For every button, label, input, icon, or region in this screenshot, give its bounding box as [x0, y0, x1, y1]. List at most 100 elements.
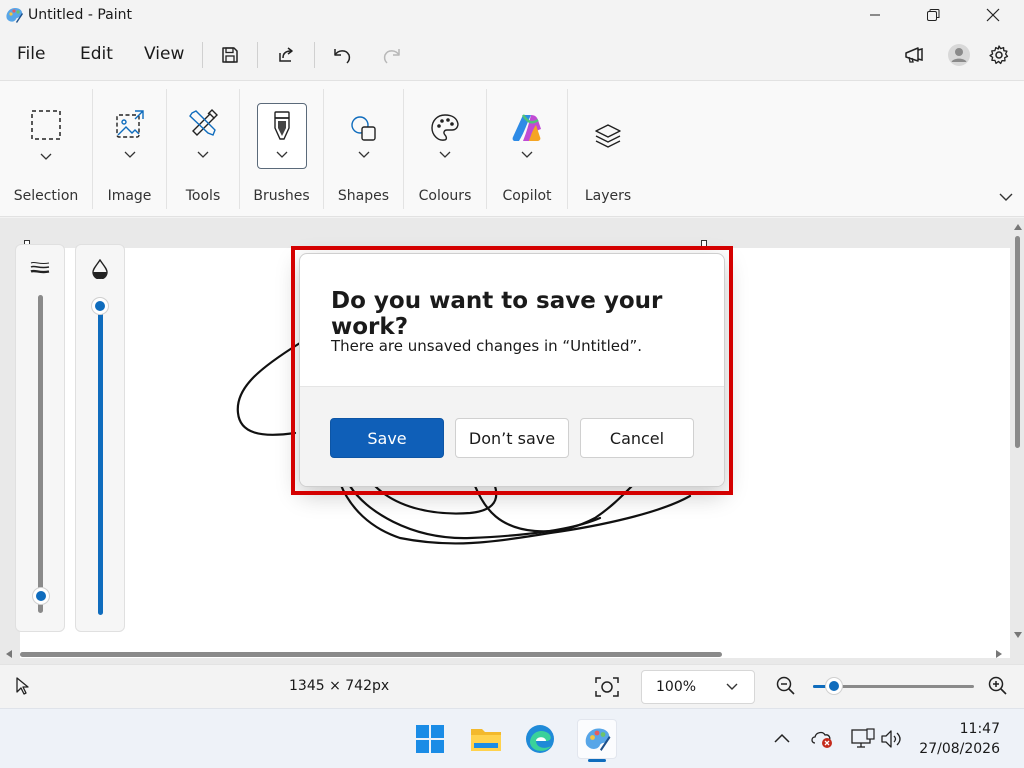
chevron-down-icon [40, 153, 52, 161]
volume-icon[interactable] [880, 728, 904, 750]
group-label: Colours [418, 188, 472, 204]
zoom-out-icon[interactable] [776, 676, 796, 696]
window-title: Untitled - Paint [28, 7, 132, 23]
opacity-thumb[interactable] [91, 297, 109, 315]
file-explorer-button[interactable] [466, 719, 506, 759]
title-bar: Untitled - Paint [0, 0, 1024, 30]
ribbon-expand-chevron-icon[interactable] [999, 193, 1013, 202]
menu-edit[interactable]: Edit [80, 44, 113, 64]
ribbon-group-copilot[interactable]: Copilot [487, 81, 567, 218]
close-button[interactable] [970, 0, 1016, 30]
chevron-down-icon [358, 151, 370, 159]
clock-date: 27/08/2026 [919, 741, 1000, 757]
zoom-value: 100% [656, 679, 697, 695]
menu-file[interactable]: File [17, 44, 45, 64]
brush-size-thumb[interactable] [32, 587, 50, 605]
chevron-down-icon [276, 151, 288, 159]
copilot-icon [511, 113, 543, 143]
ribbon-toolbar: Selection Image Tools Brushes Shapes Col… [0, 80, 1024, 217]
feedback-button[interactable] [898, 40, 930, 70]
opacity-track[interactable] [98, 307, 103, 615]
chevron-down-icon [521, 151, 533, 159]
system-clock[interactable]: 11:47 27/08/2026 [919, 719, 1000, 759]
ribbon-group-image[interactable]: Image [93, 81, 166, 218]
brush-size-panel [15, 244, 65, 632]
save-icon [220, 45, 240, 65]
feedback-icon [903, 45, 925, 65]
layers-icon [594, 123, 622, 149]
fit-to-window-icon[interactable] [594, 676, 620, 698]
menu-bar: File Edit View [0, 30, 1024, 80]
group-label: Copilot [502, 188, 552, 204]
share-icon [276, 45, 296, 65]
redo-button[interactable] [376, 40, 408, 70]
ribbon-group-layers[interactable]: Layers [568, 81, 648, 218]
minimize-button[interactable] [852, 0, 898, 30]
share-button[interactable] [270, 40, 302, 70]
menu-divider [202, 42, 203, 68]
image-icon [115, 109, 145, 139]
group-label: Selection [13, 188, 79, 204]
paint-app-icon [4, 5, 24, 25]
maximize-button[interactable] [910, 0, 956, 30]
zoom-dropdown[interactable]: 100% [641, 670, 755, 704]
paint-taskbar-button[interactable] [577, 719, 617, 759]
brush-icon [272, 111, 292, 141]
zoom-slider-thumb[interactable] [825, 677, 843, 695]
close-icon [986, 8, 1000, 22]
folder-icon [470, 725, 502, 753]
network-icon[interactable] [851, 728, 875, 750]
settings-button[interactable] [983, 40, 1015, 70]
stroke-size-icon [30, 261, 50, 275]
start-button[interactable] [410, 719, 450, 759]
selection-icon [30, 109, 62, 141]
ribbon-group-colours[interactable]: Colours [404, 81, 486, 218]
opacity-panel [75, 244, 125, 632]
redo-icon [381, 45, 403, 65]
horizontal-scrollbar[interactable] [0, 646, 1012, 662]
ribbon-group-tools[interactable]: Tools [167, 81, 239, 218]
vertical-scrollbar[interactable] [1012, 218, 1024, 648]
paint-app-icon [582, 724, 612, 754]
opacity-icon [91, 259, 109, 279]
active-app-indicator [588, 759, 606, 762]
brush-size-track[interactable] [38, 295, 43, 613]
undo-icon [331, 45, 353, 65]
edge-browser-button[interactable] [520, 719, 560, 759]
group-label: Brushes [253, 188, 310, 204]
tools-icon [188, 109, 218, 139]
status-bar: 1345 × 742px 100% [0, 664, 1024, 708]
account-icon [947, 43, 971, 67]
chevron-down-icon [124, 151, 136, 159]
cursor-pointer-icon [15, 677, 29, 695]
maximize-icon [926, 8, 940, 22]
menu-view[interactable]: View [144, 44, 184, 64]
chevron-down-icon [726, 683, 738, 691]
edge-icon [524, 723, 556, 755]
chevron-up-icon[interactable] [774, 733, 790, 743]
zoom-in-icon[interactable] [988, 676, 1008, 696]
group-label: Tools [185, 188, 221, 204]
windows-icon [415, 724, 445, 754]
settings-icon [988, 44, 1010, 66]
group-label: Layers [584, 188, 632, 204]
chevron-down-icon [197, 151, 209, 159]
shapes-icon [350, 115, 378, 143]
menu-divider [257, 42, 258, 68]
highlight-box [291, 246, 733, 495]
group-label: Image [107, 188, 152, 204]
group-label: Shapes [337, 188, 390, 204]
ribbon-group-shapes[interactable]: Shapes [324, 81, 403, 218]
ribbon-group-brushes[interactable]: Brushes [240, 81, 323, 218]
clock-time: 11:47 [959, 721, 1000, 737]
chevron-down-icon [439, 151, 451, 159]
undo-button[interactable] [326, 40, 358, 70]
save-button[interactable] [214, 40, 246, 70]
onedrive-error-icon[interactable] [810, 729, 834, 749]
account-button[interactable] [943, 40, 975, 70]
ribbon-group-selection[interactable]: Selection [0, 81, 92, 218]
menu-divider [314, 42, 315, 68]
minimize-icon [869, 9, 881, 21]
canvas-dimensions: 1345 × 742px [289, 678, 390, 694]
zoom-slider-track[interactable] [813, 677, 974, 695]
